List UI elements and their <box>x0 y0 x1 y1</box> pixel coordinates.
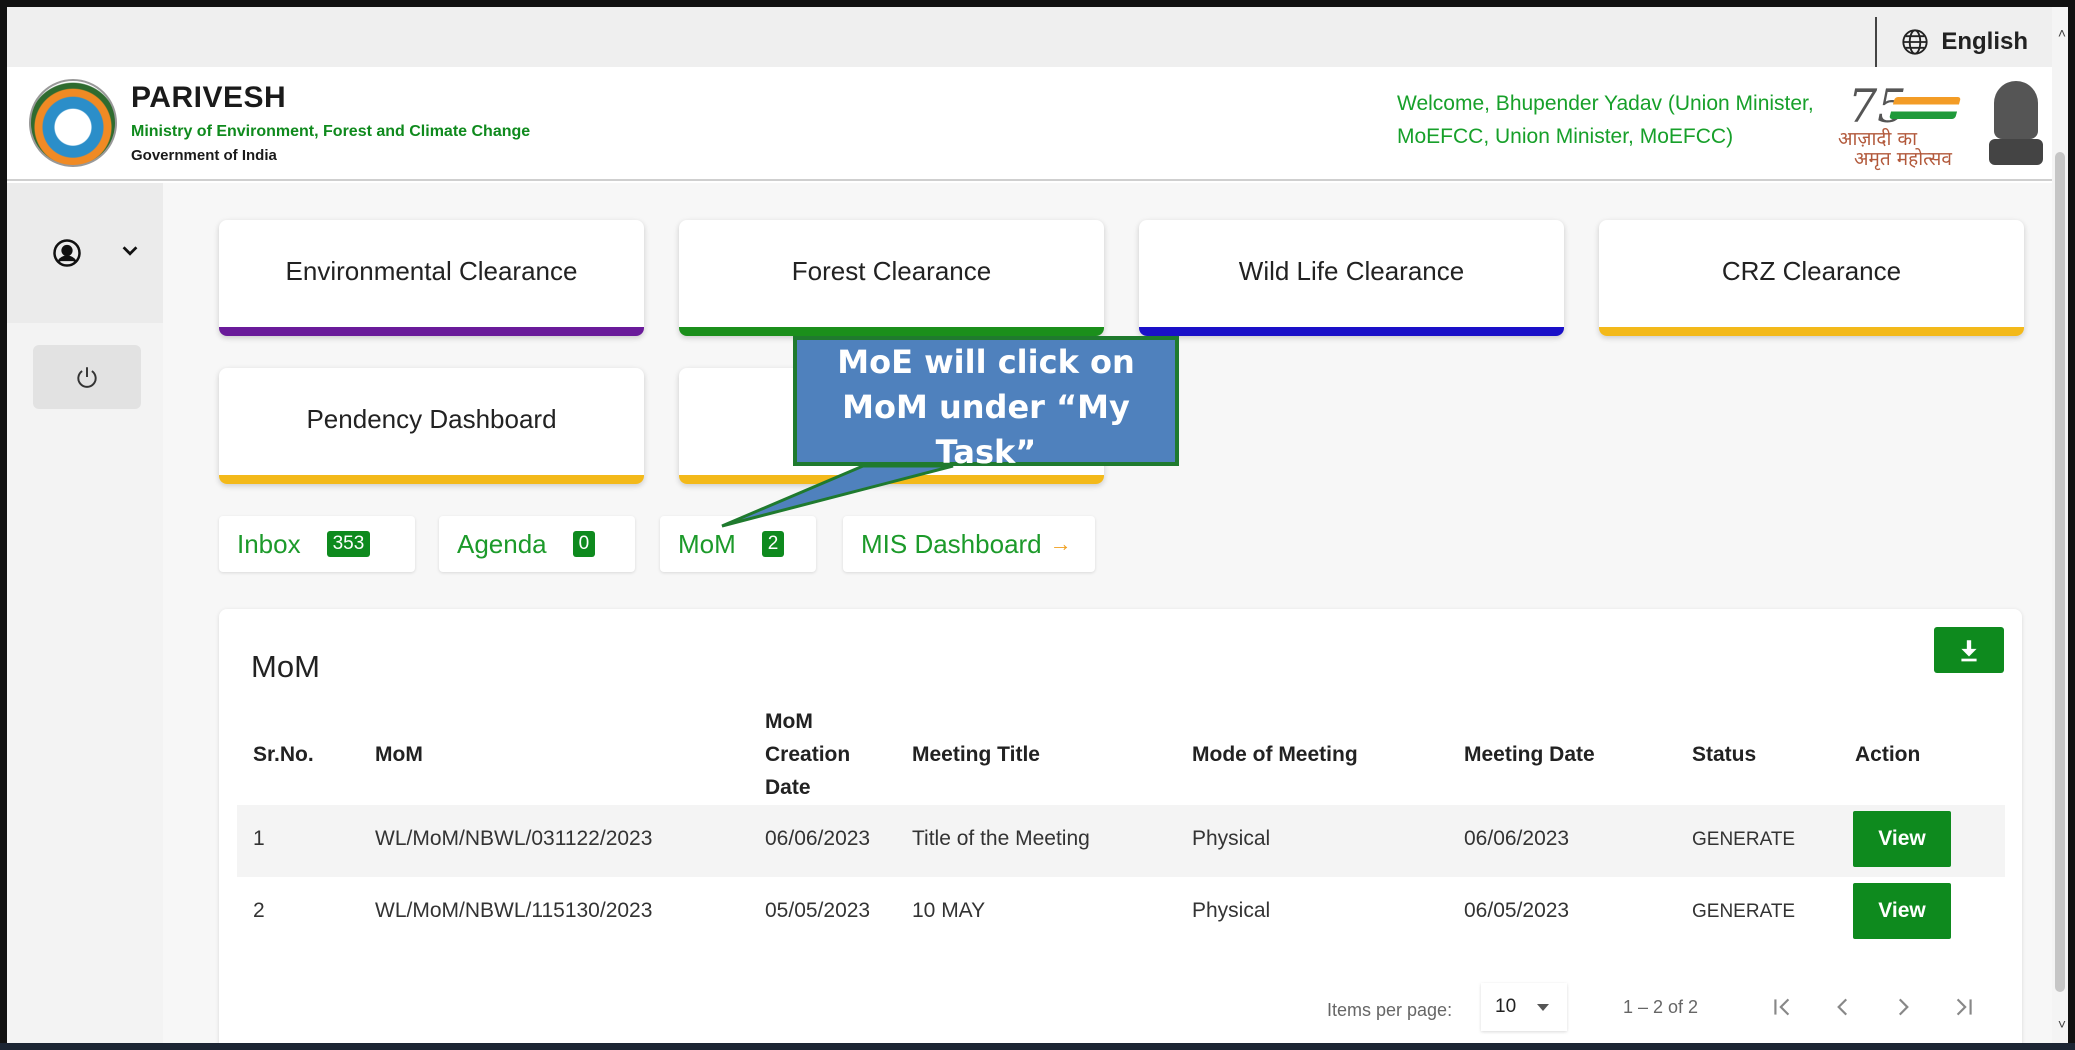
header-mode-of-meeting: Mode of Meeting <box>1192 743 1358 766</box>
taskbar-strip <box>0 1043 2075 1050</box>
header-line: MoM <box>765 710 813 733</box>
language-label: English <box>1941 28 2028 55</box>
cell-mom: WL/MoM/NBWL/031122/2023 <box>375 827 653 850</box>
header-line: Creation <box>765 743 851 766</box>
download-icon <box>1961 640 1977 662</box>
government-name: Government of India <box>131 147 277 164</box>
header-meeting-date: Meeting Date <box>1464 743 1595 766</box>
site-header: PARIVESH Ministry of Environment, Forest… <box>7 67 2052 181</box>
globe-icon <box>1902 29 1928 55</box>
callout-line-1: MoE will click on <box>837 343 1135 381</box>
sidebar <box>7 183 163 1050</box>
mom-table-panel: MoM Sr.No. MoM MoM Creation Date Meeting… <box>219 609 2022 1050</box>
panel-title: MoM <box>251 649 320 684</box>
view-button[interactable]: View <box>1853 811 1951 867</box>
table-row: 1 WL/MoM/NBWL/031122/2023 06/06/2023 Tit… <box>237 805 2005 877</box>
power-icon <box>77 367 97 388</box>
cell-sr-no: 1 <box>253 827 265 850</box>
items-per-page-select[interactable]: 10 <box>1481 983 1567 1031</box>
azadi-line-2: अमृत महोत्सव <box>1854 148 1952 170</box>
cell-meeting-title: Title of the Meeting <box>912 827 1090 850</box>
wildlife-clearance-card[interactable]: Wild Life Clearance <box>1139 220 1564 336</box>
cell-mom: WL/MoM/NBWL/115130/2023 <box>375 899 653 922</box>
last-page-icon <box>1956 998 1972 1016</box>
chevron-left-icon <box>1837 998 1848 1016</box>
callout-line-3: Task” <box>935 433 1037 471</box>
scroll-up-icon[interactable]: ˄ <box>2058 25 2066 41</box>
header-mom: MoM <box>375 743 423 766</box>
card-accent-bar <box>1599 327 2024 336</box>
cell-status: GENERATE <box>1692 829 1796 850</box>
chevron-right-icon <box>1898 998 1909 1016</box>
header-mom-creation-date: MoM Creation Date <box>765 705 850 804</box>
top-strip: English <box>7 7 2068 67</box>
table-row: 2 WL/MoM/NBWL/115130/2023 05/05/2023 10 … <box>237 877 2005 949</box>
page-size-value: 10 <box>1495 996 1517 1017</box>
card-label: Wild Life Clearance <box>1238 255 1465 286</box>
header-sr-no: Sr.No. <box>253 743 314 766</box>
header-meeting-title: Meeting Title <box>912 743 1040 766</box>
cell-sr-no: 2 <box>253 899 265 922</box>
cell-mode: Physical <box>1192 899 1271 922</box>
header-line: Date <box>765 776 811 799</box>
logout-button[interactable] <box>33 345 141 409</box>
welcome-message: Welcome, Bhupender Yadav (Union Minister… <box>1397 92 1814 148</box>
ministry-name: Ministry of Environment, Forest and Clim… <box>131 123 531 140</box>
national-emblem-icon <box>1985 77 2047 171</box>
user-circle-icon <box>53 239 81 267</box>
flag-icon <box>1889 97 1961 119</box>
table-header: Sr.No. MoM MoM Creation Date Meeting Tit… <box>237 705 1995 805</box>
card-accent-bar <box>1139 327 1564 336</box>
site-title: PARIVESH <box>131 81 287 114</box>
azadi-text: आज़ादी का अमृत महोत्सव <box>1838 129 1952 169</box>
first-page-button[interactable] <box>1765 989 1801 1025</box>
card-label: CRZ Clearance <box>1721 255 1902 286</box>
cell-meeting-date: 06/06/2023 <box>1464 827 1570 850</box>
next-page-button[interactable] <box>1885 989 1921 1025</box>
last-page-button[interactable] <box>1945 989 1981 1025</box>
page-range: 1 – 2 of 2 <box>1623 997 1699 1017</box>
vertical-scrollbar[interactable]: ˄ ˅ <box>2052 7 2068 1050</box>
scroll-down-icon[interactable]: ˅ <box>2058 1016 2066 1032</box>
language-selector[interactable]: English <box>1875 17 2068 67</box>
caret-down-icon <box>1537 1004 1550 1011</box>
main-content: Environmental Clearance Forest Clearance… <box>163 183 2052 1050</box>
user-menu[interactable] <box>7 183 163 323</box>
parivesh-logo[interactable] <box>29 79 117 167</box>
callout-line-2: MoM under “My <box>842 388 1130 426</box>
cell-creation-date: 05/05/2023 <box>765 899 871 922</box>
download-button[interactable] <box>1934 627 2004 673</box>
view-button[interactable]: View <box>1853 883 1951 939</box>
cell-status: GENERATE <box>1692 901 1796 922</box>
instruction-callout: MoE will click on MoM under “My Task” <box>793 336 1179 471</box>
azadi-line-1: आज़ादी का <box>1838 128 1917 150</box>
azadi-ka-amrit-mahotsav-logo: 75 आज़ादी का अमृत महोत्सव <box>1832 79 1962 171</box>
cell-mode: Physical <box>1192 827 1271 850</box>
app-window: English PARIVESH Ministry of Environment… <box>0 0 2075 1050</box>
scrollbar-thumb[interactable] <box>2055 152 2065 992</box>
cell-creation-date: 06/06/2023 <box>765 827 871 850</box>
header-action: Action <box>1855 743 1921 766</box>
items-per-page-label: Items per page: <box>1327 999 1453 1020</box>
first-page-icon <box>1774 998 1790 1016</box>
previous-page-button[interactable] <box>1825 989 1861 1025</box>
header-status: Status <box>1692 743 1757 766</box>
cell-meeting-date: 06/05/2023 <box>1464 899 1570 922</box>
cell-meeting-title: 10 MAY <box>912 899 986 922</box>
crz-clearance-card[interactable]: CRZ Clearance <box>1599 220 2024 336</box>
chevron-down-icon[interactable] <box>119 240 141 262</box>
